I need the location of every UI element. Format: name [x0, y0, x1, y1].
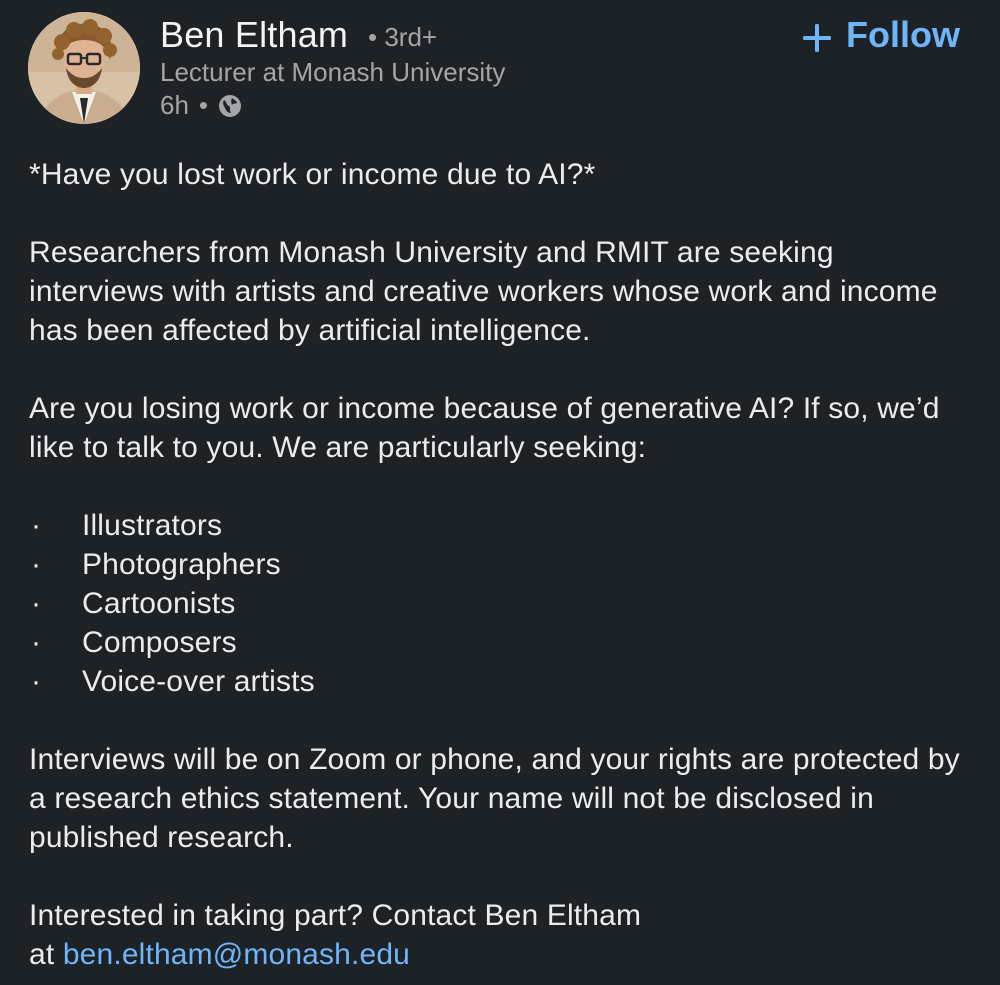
- author-avatar[interactable]: [28, 12, 140, 124]
- list-item: · Composers: [29, 623, 974, 662]
- author-headline: Lecturer at Monash University: [160, 57, 506, 87]
- list-item-label: Photographers: [82, 548, 281, 581]
- feed-post: Ben Eltham • 3rd+ Lecturer at Monash Uni…: [0, 0, 1000, 985]
- globe-icon: [218, 94, 242, 118]
- degree-separator: •: [368, 22, 378, 52]
- bullet-list: · Illustrators · Photographers · Cartoon…: [29, 506, 974, 701]
- post-title-line: *Have you lost work or income due to AI?…: [29, 158, 596, 191]
- post-paragraph-3: Interviews will be on Zoom or phone, and…: [29, 743, 960, 854]
- list-item-label: Composers: [82, 626, 237, 659]
- bullet-mark: ·: [31, 548, 42, 581]
- meta-separator: •: [198, 90, 209, 120]
- bullet-mark: ·: [31, 509, 42, 542]
- contact-line: Interested in taking part? Contact Ben E…: [29, 899, 642, 932]
- list-item: · Cartoonists: [29, 584, 974, 623]
- degree-label: 3rd+: [384, 22, 438, 52]
- list-item-label: Illustrators: [82, 509, 223, 542]
- author-name[interactable]: Ben Eltham: [160, 14, 348, 56]
- plus-icon: [802, 20, 832, 52]
- follow-label: Follow: [846, 14, 960, 55]
- email-link[interactable]: ben.eltham@monash.edu: [63, 938, 410, 971]
- list-item: · Photographers: [29, 545, 974, 584]
- contact-email-line: at ben.eltham@monash.edu: [29, 935, 974, 974]
- list-item: · Voice-over artists: [29, 662, 974, 701]
- post-paragraph-1: Researchers from Monash University and R…: [29, 236, 938, 347]
- list-item: · Illustrators: [29, 506, 974, 545]
- bullet-mark: ·: [31, 665, 42, 698]
- post-meta: 6h •: [160, 90, 242, 121]
- bullet-mark: ·: [31, 626, 42, 659]
- list-item-label: Cartoonists: [82, 587, 236, 620]
- avatar-image: [28, 12, 140, 124]
- post-body: *Have you lost work or income due to AI?…: [29, 155, 974, 974]
- post-paragraph-2: Are you losing work or income because of…: [29, 392, 940, 464]
- post-time: 6h: [160, 90, 189, 120]
- connection-degree: • 3rd+: [368, 22, 437, 53]
- contact-prefix: at: [29, 938, 55, 971]
- list-item-label: Voice-over artists: [82, 665, 315, 698]
- bullet-mark: ·: [31, 587, 42, 620]
- follow-button[interactable]: Follow: [802, 14, 960, 56]
